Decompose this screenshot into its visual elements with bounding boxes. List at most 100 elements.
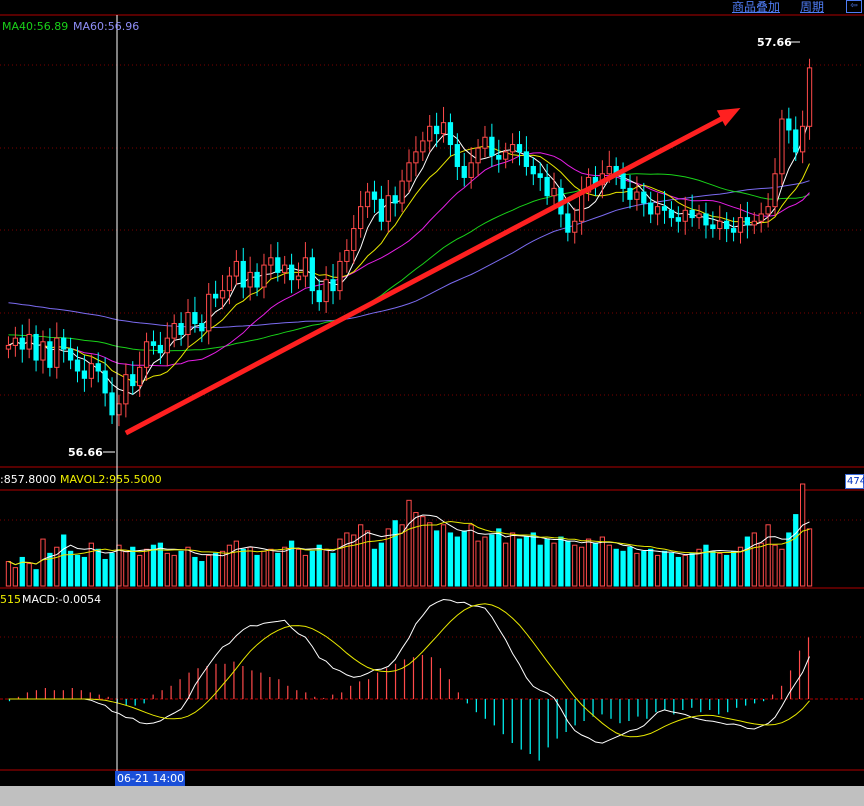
candle-body (475, 147, 481, 164)
candle-body (779, 118, 785, 175)
candle (88, 354, 94, 388)
candle (67, 337, 74, 370)
candle (12, 326, 18, 357)
volume-bar (12, 567, 18, 587)
candle (240, 247, 246, 299)
candle (427, 114, 433, 153)
candle (461, 152, 467, 187)
candle-body (668, 209, 675, 219)
volume-bar (509, 532, 516, 587)
volume-bar (268, 548, 274, 587)
macd-histogram (8, 637, 810, 761)
volume-bar (675, 556, 681, 587)
volume-bar (710, 550, 716, 587)
candle-body (489, 136, 495, 157)
candle-body (337, 260, 343, 292)
volume-legend: :857.8000 (0, 473, 56, 486)
volume-bar (33, 569, 39, 587)
candle-body (33, 333, 39, 361)
candle-body (206, 293, 212, 332)
candle-body (199, 323, 205, 332)
volume-bar (565, 540, 571, 587)
volume-bar (606, 544, 612, 587)
candle (378, 185, 385, 231)
candle-body (268, 257, 274, 266)
candle (772, 158, 778, 216)
candle-body (240, 260, 246, 288)
candle-body (330, 279, 336, 292)
macd-legend: MACD:-0.0054 (22, 593, 101, 606)
candle (675, 206, 681, 233)
mavol2-legend: MAVOL2:955.5000 (60, 473, 162, 486)
candle (551, 172, 557, 208)
macd-dif-line (8, 598, 810, 744)
candle (371, 180, 378, 213)
low-price-annotation: 56.66 (68, 446, 103, 459)
trend-arrow-shaft (124, 110, 734, 436)
candle (758, 202, 764, 233)
candle (358, 190, 364, 238)
volume-bar (358, 524, 364, 587)
volume-bar (468, 524, 474, 587)
candle-body (358, 206, 364, 230)
candle (710, 211, 716, 238)
candle (537, 162, 543, 191)
candle (109, 377, 115, 424)
ma40-legend: MA40:56.89 (2, 20, 68, 33)
volume-bar (537, 544, 543, 587)
volume-bar (371, 548, 378, 587)
volume-bar (427, 522, 433, 587)
volume-bar (420, 516, 426, 587)
macd-dea-line (8, 603, 810, 738)
overlay-menu-link[interactable]: 商品叠加 (732, 0, 780, 15)
candle-body (54, 337, 60, 368)
candle (592, 166, 599, 197)
candle-body (344, 249, 350, 262)
candle (696, 204, 702, 229)
volume-bar (758, 542, 764, 587)
candle (475, 139, 481, 177)
volume-bar (385, 528, 391, 587)
volume-bar (316, 544, 322, 587)
candle-body (212, 293, 219, 299)
candle-body (12, 337, 18, 346)
candle-body (192, 312, 198, 325)
volume-bar (440, 524, 447, 587)
candle-body (654, 206, 661, 215)
candle (95, 352, 101, 383)
volume-bar (137, 554, 143, 587)
candle (337, 252, 343, 300)
candle-body (88, 363, 94, 379)
candle (523, 136, 530, 176)
candle-body (523, 151, 530, 167)
volume-bar (454, 536, 460, 587)
candle-body (406, 162, 412, 182)
volume-bar (765, 524, 771, 587)
candle-body (288, 264, 295, 281)
candle-body (468, 162, 474, 178)
volume-bar (364, 530, 371, 587)
volume-bar (654, 554, 661, 587)
candle-body (730, 228, 737, 233)
volume-bar (433, 530, 440, 587)
volume-bar (551, 542, 557, 587)
volume-bar (123, 550, 129, 587)
candle-body (150, 341, 157, 346)
volume-bar (793, 514, 799, 587)
candle-body (744, 217, 751, 226)
candle (800, 110, 806, 164)
panel-close-icon[interactable]: ⇦ (846, 0, 862, 13)
candle-body (786, 118, 792, 131)
volume-bar (461, 530, 467, 587)
candle-body (226, 275, 233, 292)
volume-bar (302, 554, 309, 587)
volume-bar (599, 536, 606, 587)
volume-bar (392, 520, 398, 587)
candle-body (157, 344, 164, 354)
period-menu-link[interactable]: 周期 (800, 0, 824, 15)
candle-body (717, 220, 723, 230)
candle (399, 169, 405, 213)
candle (392, 186, 398, 217)
volume-bar (40, 538, 46, 587)
candle (212, 280, 219, 308)
